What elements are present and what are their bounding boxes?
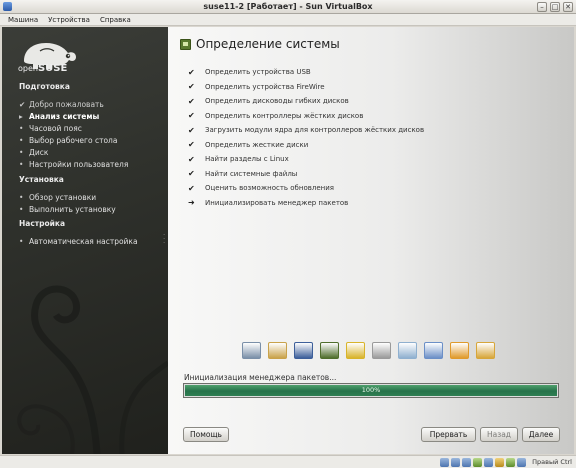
statusbar: Правый Ctrl <box>0 455 576 468</box>
check-icon: ✔ <box>188 154 195 164</box>
back-button[interactable]: Назад <box>480 427 518 442</box>
bullet-icon: • <box>19 160 24 169</box>
hdd-controller-icon <box>320 342 339 359</box>
mouse-integration-icon[interactable] <box>506 457 516 467</box>
sidebar-resize-handle[interactable]: · · · <box>163 232 165 247</box>
bullet-icon: • <box>19 124 24 133</box>
floppy-status-icon[interactable] <box>462 457 472 467</box>
sidebar-item-automatic-configuration[interactable]: • Автоматическая настройка <box>19 237 138 246</box>
sidebar-item-user-settings[interactable]: • Настройки пользователя <box>19 160 128 169</box>
progress-fill: 100% <box>185 385 557 396</box>
maximize-button[interactable]: □ <box>550 2 560 12</box>
shared-folders-icon[interactable] <box>495 457 505 467</box>
installer-main-panel: Определение системы ✔ Определить устройст… <box>168 27 574 454</box>
network-icon[interactable] <box>473 457 483 467</box>
step-item-floppy: ✔ Определить дисководы гибких дисков <box>188 96 349 106</box>
step-item-linux-partitions: ✔ Найти разделы с Linux <box>188 154 289 164</box>
step-item-update-check: ✔ Оценить возможность обновления <box>188 183 334 193</box>
next-button[interactable]: Далее <box>522 427 560 442</box>
menu-help[interactable]: Справка <box>100 16 131 24</box>
section-installation: Установка <box>19 175 64 184</box>
page-title: Определение системы <box>196 37 340 51</box>
virtualbox-icon <box>3 2 12 11</box>
step-item-system-files: ✔ Найти системные файлы <box>188 169 298 179</box>
check-icon: ✔ <box>188 169 195 179</box>
check-icon: ✔ <box>188 125 195 135</box>
usb-icon <box>242 342 261 359</box>
vm-display[interactable]: openSUSE Подготовка ✔ Добро пожаловать ▸ А… <box>2 27 574 454</box>
check-icon: ✔ <box>188 96 195 106</box>
bullet-icon: • <box>19 148 24 157</box>
hard-disk-activity-icon[interactable] <box>440 457 450 467</box>
package-manager-icon <box>476 342 495 359</box>
step-item-kernel-modules: ✔ Загрузить модули ядра для контроллеров … <box>188 125 425 135</box>
firewire-icon <box>268 342 287 359</box>
window-controls: – □ ✕ <box>537 2 573 12</box>
step-item-usb: ✔ Определить устройства USB <box>188 67 311 77</box>
keyboard-capture-icon[interactable] <box>517 457 527 467</box>
cdrom-icon[interactable] <box>451 457 461 467</box>
window-titlebar: suse11-2 [Работает] - Sun VirtualBox – □… <box>0 0 576 14</box>
system-files-icon <box>424 342 443 359</box>
check-icon: ✔ <box>19 100 26 109</box>
menu-devices[interactable]: Устройства <box>48 16 90 24</box>
bullet-icon: • <box>19 136 24 145</box>
close-button[interactable]: ✕ <box>563 2 573 12</box>
step-item-hard-disks: ✔ Определить жесткие диски <box>188 140 309 150</box>
current-arrow-icon: ➜ <box>188 198 195 208</box>
installer-sidebar: openSUSE Подготовка ✔ Добро пожаловать ▸ А… <box>2 27 168 454</box>
page-heading: Определение системы <box>180 37 340 51</box>
current-arrow-icon: ▸ <box>19 112 23 121</box>
check-icon: ✔ <box>188 140 195 150</box>
system-analysis-icon <box>180 38 191 50</box>
sidebar-item-welcome[interactable]: ✔ Добро пожаловать <box>19 100 104 109</box>
step-item-package-manager: ➜ Инициализировать менеджер пакетов <box>188 198 349 208</box>
search-partitions-icon <box>398 342 417 359</box>
detection-steps-list: ✔ Определить устройства USB ✔ Определить у… <box>188 65 424 210</box>
menu-machine[interactable]: Машина <box>8 16 38 24</box>
device-icons-row <box>242 342 495 359</box>
step-item-hdd-controllers: ✔ Определить контроллеры жёстких дисков <box>188 111 364 121</box>
abort-button[interactable]: Прервать <box>421 427 476 442</box>
host-key-label: Правый Ctrl <box>532 458 572 466</box>
sidebar-item-system-analysis[interactable]: ▸ Анализ системы <box>19 112 99 121</box>
bullet-icon: • <box>19 193 24 202</box>
sidebar-item-installation-overview[interactable]: • Обзор установки <box>19 193 96 202</box>
progress-percent: 100% <box>361 386 381 394</box>
hard-disk-icon <box>372 342 391 359</box>
window-title: suse11-2 [Работает] - Sun VirtualBox <box>203 2 373 11</box>
minimize-button[interactable]: – <box>537 2 547 12</box>
opensuse-wordmark: openSUSE <box>18 63 68 74</box>
check-icon: ✔ <box>188 183 195 193</box>
bullet-icon: • <box>19 237 24 246</box>
check-icon: ✔ <box>188 82 195 92</box>
help-button[interactable]: Помощь <box>183 427 229 442</box>
section-preparation: Подготовка <box>19 82 70 91</box>
progress-bar: 100% <box>183 383 559 398</box>
update-check-icon <box>450 342 469 359</box>
step-item-firewire: ✔ Определить устройства FireWire <box>188 82 325 92</box>
progress-label: Инициализация менеджера пакетов... <box>184 373 337 382</box>
sidebar-item-timezone[interactable]: • Часовой пояс <box>19 124 82 133</box>
bullet-icon: • <box>19 205 24 214</box>
kernel-module-warning-icon <box>346 342 365 359</box>
usb-status-icon[interactable] <box>484 457 494 467</box>
menubar: Машина Устройства Справка <box>0 14 576 26</box>
section-configuration: Настройка <box>19 219 66 228</box>
check-icon: ✔ <box>188 67 195 77</box>
sidebar-item-desktop-selection[interactable]: • Выбор рабочего стола <box>19 136 117 145</box>
sidebar-item-perform-installation[interactable]: • Выполнить установку <box>19 205 116 214</box>
check-icon: ✔ <box>188 111 195 121</box>
floppy-icon <box>294 342 313 359</box>
sidebar-item-disk[interactable]: • Диск <box>19 148 48 157</box>
